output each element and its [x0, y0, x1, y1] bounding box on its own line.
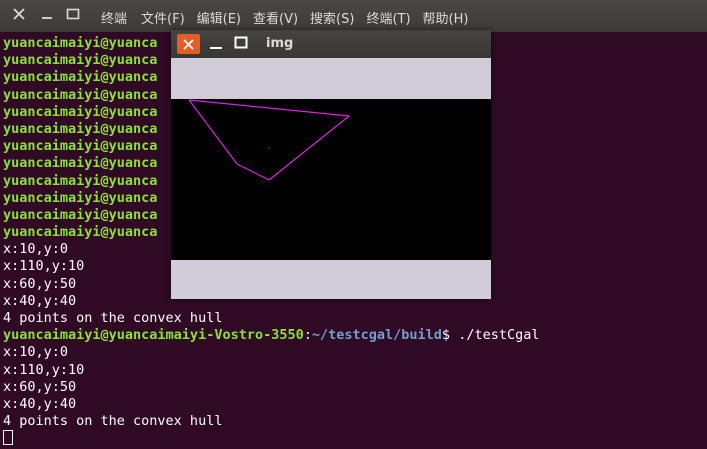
- output-text: x:40,y:40: [3, 395, 77, 412]
- output-text: 4 points on the convex hull: [3, 310, 223, 326]
- output-text: x:60,y:50: [3, 378, 77, 395]
- menu-view[interactable]: 查看(V): [253, 8, 298, 27]
- img-window[interactable]: img: [171, 30, 491, 299]
- prompt-user-host: yuancaimaiyi@yuanca: [3, 155, 158, 172]
- prompt-user-host: yuancaimaiyi@yuanca: [3, 189, 158, 206]
- terminal-line: x:40,y:40: [3, 396, 703, 413]
- menu-file[interactable]: 文件(F): [141, 8, 185, 27]
- prompt-user-host: yuancaimaiyi@yuanca: [3, 103, 158, 120]
- prompt-user-host: yuancaimaiyi@yuanca: [3, 120, 158, 137]
- prompt-colon: :: [303, 327, 312, 344]
- img-close-button[interactable]: [177, 34, 200, 54]
- img-window-title: img: [266, 36, 294, 51]
- prompt-user-host: yuancaimaiyi@yuancaimaiyi-Vostro-3550: [3, 327, 304, 344]
- terminal-titlebar: 终端 文件(F) 编辑(E) 查看(V) 搜索(S) 终端(T) 帮助(H): [0, 0, 707, 32]
- close-icon[interactable]: [12, 7, 26, 21]
- hull-edge: [188, 99, 238, 165]
- hull-edge: [188, 99, 350, 117]
- terminal-line: x:60,y:50: [3, 379, 703, 396]
- output-text: x:40,y:40: [3, 292, 77, 309]
- prompt-user-host: yuancaimaiyi@yuanca: [3, 52, 158, 69]
- output-text: x:10,y:0: [3, 344, 69, 361]
- img-canvas: [171, 99, 491, 260]
- prompt-user-host: yuancaimaiyi@yuanca: [3, 224, 158, 241]
- prompt-user-host: yuancaimaiyi@yuanca: [3, 69, 158, 86]
- output-text: x:10,y:0: [3, 241, 69, 258]
- command-text: ./testCgal: [450, 327, 540, 344]
- menu-terminal[interactable]: 终端(T): [366, 8, 410, 27]
- center-point: [268, 147, 270, 149]
- minimize-icon[interactable]: [209, 36, 223, 54]
- hull-edge: [236, 163, 270, 181]
- maximize-icon[interactable]: [234, 36, 248, 54]
- hull-edge: [268, 115, 350, 181]
- prompt-user-host: yuancaimaiyi@yuanca: [3, 86, 158, 103]
- prompt-user-host: yuancaimaiyi@yuanca: [3, 206, 158, 223]
- prompt-user-host: yuancaimaiyi@yuanca: [3, 35, 158, 51]
- minimize-icon[interactable]: [40, 7, 54, 21]
- prompt-user-host: yuancaimaiyi@yuanca: [3, 172, 158, 189]
- menu-help[interactable]: 帮助(H): [423, 8, 469, 27]
- menu-terminal-title: 终端: [101, 12, 128, 27]
- img-window-titlebar[interactable]: img: [171, 30, 491, 58]
- terminal-line: 4 points on the convex hull: [3, 413, 703, 430]
- output-text: x:110,y:10: [3, 361, 85, 378]
- output-text: x:60,y:50: [3, 275, 77, 292]
- terminal-line: x:110,y:10: [3, 362, 703, 379]
- menu-search[interactable]: 搜索(S): [310, 8, 354, 27]
- output-text: x:110,y:10: [3, 258, 85, 275]
- terminal-line: yuancaimaiyi@yuancaimaiyi-Vostro-3550:~/…: [3, 327, 703, 344]
- close-icon: [183, 39, 194, 50]
- maximize-icon[interactable]: [66, 7, 80, 21]
- prompt-dollar: $: [441, 327, 451, 344]
- prompt-user-host: yuancaimaiyi@yuanca: [3, 138, 158, 155]
- prompt-path: ~/testcgal/build: [311, 327, 442, 344]
- terminal-line: 4 points on the convex hull: [3, 310, 703, 327]
- terminal-menu-bar: 终端 文件(F) 编辑(E) 查看(V) 搜索(S) 终端(T) 帮助(H): [101, 8, 480, 27]
- terminal-line: x:10,y:0: [3, 344, 703, 361]
- output-text: 4 points on the convex hull: [3, 413, 223, 430]
- menu-edit[interactable]: 编辑(E): [197, 8, 241, 27]
- convex-hull-drawing: [188, 99, 350, 181]
- terminal-cursor: [3, 430, 13, 446]
- terminal-line: [3, 430, 703, 447]
